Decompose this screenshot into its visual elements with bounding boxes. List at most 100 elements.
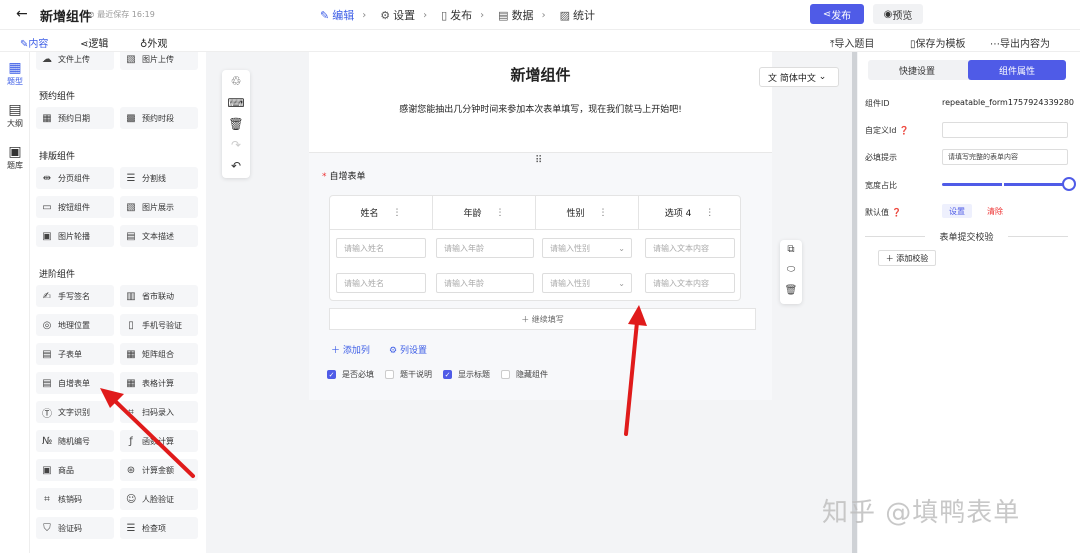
language-select[interactable]: 文 简体中文 ⌄ [759, 67, 839, 87]
name-input[interactable]: 请输入姓名 [336, 238, 426, 258]
export-content-button[interactable]: ⋯导出内容为 [990, 35, 1050, 50]
trash-icon[interactable]: 🗑 [222, 117, 250, 131]
outline-icon: ▤ [8, 102, 22, 118]
age-input[interactable]: 请输入年龄 [436, 238, 534, 258]
drag-handle-icon[interactable]: ⠿ [535, 155, 542, 166]
gender-select[interactable]: 请输入性别 ⌄ [542, 273, 632, 293]
form-description[interactable]: 感谢您能抽出几分钟时间来参加本次表单填写，现在我们就马上开始吧! [309, 102, 772, 115]
tab-component-properties[interactable]: 组件属性 [968, 60, 1066, 80]
component-text-description[interactable]: ▤ 文本描述 [120, 225, 198, 247]
default-value-label: 默认值 ❓ [865, 208, 902, 217]
hide-component-checkbox[interactable]: 隐藏组件 [501, 369, 548, 380]
step-settings[interactable]: ⚙ 设置 › [380, 7, 427, 23]
rail-item-outline[interactable]: ▤ 大纲 [0, 102, 30, 129]
add-column-button[interactable]: ＋ 添加列 [331, 343, 370, 356]
required-checkbox[interactable]: ✓ 是否必填 [327, 369, 374, 380]
scrollbar[interactable] [852, 52, 857, 553]
component-booking-date[interactable]: ▦ 预约日期 [36, 107, 114, 129]
component-face-verify[interactable]: ☺ 人脸验证 [120, 488, 198, 510]
name-input[interactable]: 请输入姓名 [336, 273, 426, 293]
scan-icon: ⌗ [128, 406, 134, 418]
component-pagination[interactable]: ⇹ 分页组件 [36, 167, 114, 189]
arrow-left-icon[interactable]: ← [16, 6, 28, 22]
component-scan[interactable]: ⌗ 扫码录入 [120, 401, 198, 423]
undo-icon[interactable]: ↶ [222, 159, 250, 173]
help-icon[interactable]: ❓ [899, 126, 909, 135]
column-settings-button[interactable]: ⚙ 列设置 [389, 343, 427, 356]
component-file-upload[interactable]: ☁ 文件上传 [36, 52, 114, 70]
component-phone-verify[interactable]: ▯ 手机号验证 [120, 314, 198, 336]
repeatable-form-field[interactable]: ⠿ * 自增表单 姓名 ⋮ 年龄 ⋮ 性别 ⋮ 选项 4 ⋮ 请输入姓名 请输入年龄 请输… [309, 152, 772, 400]
component-function-calc[interactable]: ƒ 函数计算 [120, 430, 198, 452]
cloud-upload-icon: ☁ [42, 53, 52, 65]
column-header[interactable]: 选项 4 ⋮ [639, 196, 740, 230]
more-vertical-icon[interactable]: ⋮ [496, 208, 505, 218]
more-vertical-icon[interactable]: ⋮ [393, 208, 402, 218]
more-vertical-icon[interactable]: ⋮ [599, 208, 608, 218]
copy-icon[interactable]: ⧉ [780, 244, 802, 255]
step-stats[interactable]: ▨ 统计 [560, 7, 595, 23]
component-location[interactable]: ◎ 地理位置 [36, 314, 114, 336]
component-matrix[interactable]: ▦ 矩阵组合 [120, 343, 198, 365]
clear-default-button[interactable]: 清除 [980, 204, 1010, 218]
column-header[interactable]: 年龄 ⋮ [433, 196, 536, 230]
step-edit[interactable]: ✎ 编辑 › [320, 7, 366, 23]
show-title-checkbox[interactable]: ✓ 显示标题 [443, 369, 490, 380]
publish-button[interactable]: ⋖ 发布 [810, 4, 864, 24]
component-table-calc[interactable]: ▦ 表格计算 [120, 372, 198, 394]
column-header[interactable]: 性别 ⋮ [536, 196, 639, 230]
step-publish[interactable]: ▯ 发布 › [441, 7, 484, 23]
tab-content[interactable]: ✎内容 [20, 35, 48, 50]
required-hint-input[interactable]: 请填写完整的表单内容 [942, 149, 1068, 165]
chevron-right-icon: › [423, 9, 428, 21]
gender-select[interactable]: 请输入性别 ⌄ [542, 238, 632, 258]
help-icon[interactable]: ❓ [892, 208, 902, 217]
component-divider[interactable]: ☰ 分割线 [120, 167, 198, 189]
rail-item-question-types[interactable]: ▦ 题型 [0, 60, 30, 87]
form-title[interactable]: 新增组件 [309, 64, 772, 85]
tab-appearance[interactable]: ♁外观 [140, 35, 167, 50]
tab-quick-settings[interactable]: 快捷设置 [868, 60, 966, 80]
component-product[interactable]: ▣ 商品 [36, 459, 114, 481]
recycle-icon[interactable]: ♲ [222, 74, 250, 88]
width-slider-handle[interactable] [1062, 177, 1076, 191]
component-region[interactable]: ▥ 省市联动 [120, 285, 198, 307]
age-input[interactable]: 请输入年龄 [436, 273, 534, 293]
component-carousel[interactable]: ▣ 图片轮播 [36, 225, 114, 247]
amount-icon: ⊛ [126, 464, 136, 476]
more-vertical-icon[interactable]: ⋮ [705, 208, 714, 218]
component-random-number[interactable]: № 随机编号 [36, 430, 114, 452]
text-input[interactable]: 请输入文本内容 [645, 238, 735, 258]
keyboard-icon[interactable]: ⌨ [222, 96, 250, 110]
continue-fill-button[interactable]: ＋ 继续填写 [329, 308, 756, 330]
component-captcha[interactable]: ⛉ 验证码 [36, 517, 114, 539]
set-default-button[interactable]: 设置 [942, 204, 972, 218]
more-icon: ⋯ [990, 39, 1000, 50]
component-subform[interactable]: ▤ 子表单 [36, 343, 114, 365]
component-amount[interactable]: ⊛ 计算金额 [120, 459, 198, 481]
component-booking-slot[interactable]: ▩ 预约时段 [120, 107, 198, 129]
add-validation-button[interactable]: ＋ 添加校验 [878, 250, 936, 266]
step-data[interactable]: ▤ 数据 › [498, 7, 545, 23]
component-image-display[interactable]: ▧ 图片展示 [120, 196, 198, 218]
component-verification-code[interactable]: ⌗ 核销码 [36, 488, 114, 510]
save-template-button[interactable]: ▯保存为模板 [910, 35, 966, 50]
component-checklist[interactable]: ☰ 检查项 [120, 517, 198, 539]
tag-icon[interactable]: ⬭ [780, 264, 802, 275]
stem-note-checkbox[interactable]: 题干说明 [385, 369, 432, 380]
component-button[interactable]: ▭ 按钮组件 [36, 196, 114, 218]
rail-item-question-bank[interactable]: ▣ 题库 [0, 144, 30, 171]
import-questions-button[interactable]: ⤒导入题目 [830, 35, 874, 50]
preview-button[interactable]: ◉ 预览 [873, 4, 923, 24]
tab-logic[interactable]: ⋖逻辑 [80, 35, 108, 50]
custom-id-input[interactable] [942, 122, 1068, 138]
component-image-upload[interactable]: ▧ 图片上传 [120, 52, 198, 70]
width-slider[interactable] [942, 183, 1066, 186]
column-header[interactable]: 姓名 ⋮ [330, 196, 433, 230]
component-ocr[interactable]: Ⓣ 文字识别 [36, 401, 114, 423]
trash-icon[interactable]: 🗑 [780, 285, 802, 296]
component-repeatable-form[interactable]: ▤ 自增表单 [36, 372, 114, 394]
text-input[interactable]: 请输入文本内容 [645, 273, 735, 293]
redo-icon[interactable]: ↷ [222, 138, 250, 152]
component-signature[interactable]: ✍ 手写签名 [36, 285, 114, 307]
